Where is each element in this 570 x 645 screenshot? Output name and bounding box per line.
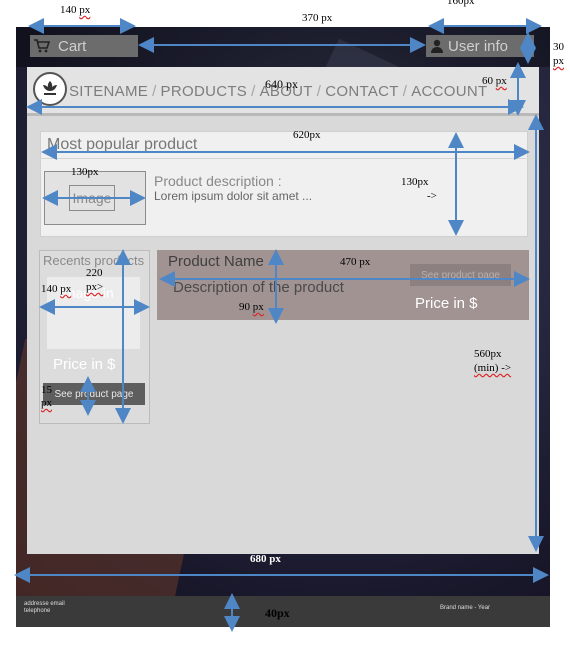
user-info-label: User info [448, 37, 509, 55]
popular-title: Most popular product [47, 136, 198, 153]
nav-item-account[interactable]: ACCOUNT [411, 83, 487, 100]
cart-button[interactable]: Cart [30, 35, 138, 57]
annotation-130-height: 130px [401, 176, 429, 188]
user-icon [431, 39, 443, 53]
annotation-370: 370 px [302, 12, 333, 24]
recent-product-price: Price in $ [53, 356, 116, 373]
annotation-130-image: 130px [71, 166, 99, 178]
annotation-130-arrow: -> [427, 190, 437, 202]
nav-separator: / [152, 82, 157, 100]
user-info-button[interactable]: User info [426, 35, 534, 57]
footer-address: addresse email [24, 601, 65, 607]
nav-separator: / [316, 82, 322, 100]
image-placeholder-label: Image [69, 185, 115, 211]
nav-item-contact[interactable]: CONTACT [325, 83, 398, 100]
annotation-140: 140 px [60, 4, 91, 16]
annotation-220: 220 px> [86, 267, 104, 293]
nav-separator: / [402, 82, 408, 100]
see-product-button[interactable]: See product page [410, 264, 511, 286]
annotation-470: 470 px [340, 256, 371, 268]
footer-brand: Brand name - Year [440, 605, 491, 611]
site-logo[interactable] [33, 72, 67, 106]
annotation-560: 560px (min) -> [474, 348, 512, 374]
divider [40, 158, 526, 159]
product-description: Description of the product [173, 279, 344, 296]
annotation-640: 640 px [265, 77, 298, 91]
annotation-620: 620px [293, 129, 321, 141]
product-name: Product Name [168, 253, 264, 270]
nav-sitename[interactable]: SITENAME [69, 83, 148, 100]
annotation-30: 30 px [553, 41, 564, 67]
annotation-680: 680 px [250, 553, 281, 565]
footer-telephone: telephone [24, 608, 51, 614]
annotation-40: 40px [265, 606, 290, 620]
nav-item-products[interactable]: PRODUCTS [161, 83, 248, 100]
logo-icon [43, 81, 57, 95]
annotation-15: 15 px [41, 384, 52, 409]
annotation-60: 60 px [482, 75, 507, 87]
annotation-160: 160px [447, 0, 475, 7]
recent-see-product-button[interactable]: See product page [43, 383, 145, 405]
product-price: Price in $ [415, 295, 478, 312]
annotation-90: 90 px [239, 301, 264, 313]
cart-label: Cart [58, 37, 87, 55]
footer-contact: addresse email telephone [24, 601, 104, 615]
annotation-140-recents: 140 px [41, 283, 72, 295]
product-description-text: Lorem ipsum dolor sit amet ... [154, 189, 313, 203]
nav-separator: / [251, 82, 256, 100]
product-description-label: Product description : [154, 173, 282, 189]
cart-icon [34, 39, 50, 53]
